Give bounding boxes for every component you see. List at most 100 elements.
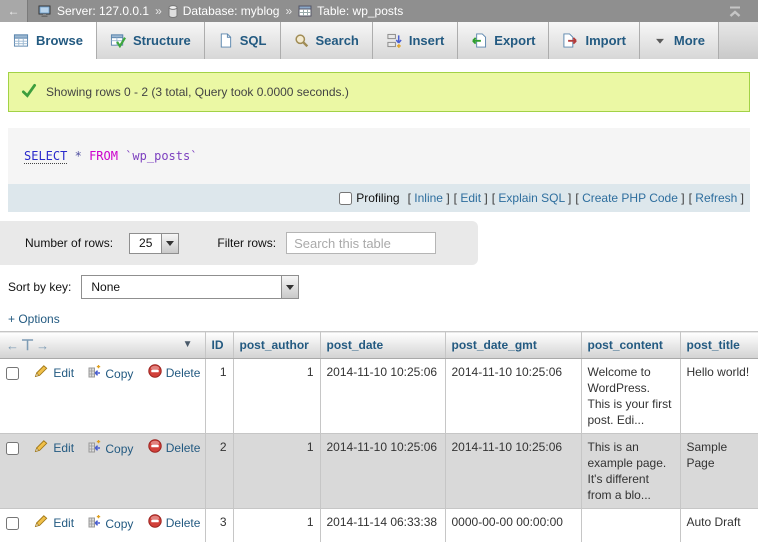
explain-sql-link-wrap: [ Explain SQL ] [492, 191, 572, 205]
tab-more[interactable]: More [640, 22, 719, 59]
column-header-post-title[interactable]: post_title [680, 332, 758, 359]
tab-label: Structure [133, 33, 191, 48]
row-select-checkbox[interactable] [6, 442, 19, 455]
sql-query-toolbar: Profiling [ Inline ] [ Edit ] [ Explain … [8, 184, 750, 212]
sort-by-key-value: None [82, 276, 281, 298]
cell-post-title: Sample Page [680, 434, 758, 509]
select-dropdown-icon[interactable] [161, 234, 178, 253]
copy-row-link[interactable]: Copy [88, 365, 133, 382]
tab-label: Browse [36, 33, 83, 48]
tab-sql[interactable]: SQL [205, 22, 281, 59]
refresh-link[interactable]: Refresh [695, 191, 737, 205]
table-row: Edit Copy Delete 1 1 2014-11-10 10:25:06… [0, 359, 758, 434]
explain-sql-link[interactable]: Explain SQL [498, 191, 564, 205]
cell-id: 3 [205, 509, 233, 542]
edit-row-link[interactable]: Edit [34, 364, 74, 382]
delete-row-link[interactable]: Delete [148, 439, 201, 457]
number-of-rows-value: 25 [130, 234, 161, 253]
sql-query-panel: SELECT * FROM `wp_posts` Profiling [ Inl… [8, 128, 750, 212]
tab-insert[interactable]: Insert [373, 22, 458, 59]
row-actions-cell: Edit Copy Delete [0, 434, 205, 509]
table-icon [298, 5, 312, 17]
tab-import[interactable]: Import [549, 22, 639, 59]
table-row: Edit Copy Delete 3 1 2014-11-14 06:33:38… [0, 509, 758, 542]
tab-structure[interactable]: Structure [97, 22, 205, 59]
edit-row-link[interactable]: Edit [34, 514, 74, 532]
inline-link[interactable]: Inline [414, 191, 443, 205]
cell-post-content: Welcome to WordPress. This is your first… [581, 359, 680, 434]
column-header-post-content[interactable]: post_content [581, 332, 680, 359]
status-message-text: Showing rows 0 - 2 (3 total, Query took … [46, 85, 349, 99]
nav-panel-toggle[interactable]: ← [0, 0, 28, 22]
delete-row-link[interactable]: Delete [148, 514, 201, 532]
row-select-checkbox[interactable] [6, 367, 19, 380]
cell-post-date: 2014-11-10 10:25:06 [320, 359, 445, 434]
cell-id: 2 [205, 434, 233, 509]
sql-table-identifier: `wp_posts` [125, 149, 197, 163]
profiling-checkbox[interactable] [339, 192, 352, 205]
breadcrumb-database[interactable]: Database: myblog [183, 4, 280, 18]
server-icon [38, 5, 52, 18]
options-toggle-link[interactable]: + Options [8, 312, 78, 326]
cell-post-content: This is an example page. It's different … [581, 434, 680, 509]
create-php-code-link[interactable]: Create PHP Code [582, 191, 678, 205]
edit-link[interactable]: Edit [460, 191, 481, 205]
breadcrumb-table[interactable]: Table: wp_posts [317, 4, 403, 18]
sql-icon [218, 33, 233, 48]
cell-post-title: Hello world! [680, 359, 758, 434]
bracket: ] [741, 191, 744, 205]
copy-row-icon [88, 440, 101, 457]
sort-by-key-row: Sort by key: None [8, 275, 758, 299]
sql-keyword-select[interactable]: SELECT [24, 149, 67, 164]
select-dropdown-icon[interactable] [281, 276, 298, 298]
cell-post-date-gmt: 2014-11-10 10:25:06 [445, 359, 581, 434]
move-columns-left-icon[interactable]: ← [6, 338, 21, 353]
table-row: Edit Copy Delete 2 1 2014-11-10 10:25:06… [0, 434, 758, 509]
copy-row-icon [88, 365, 101, 382]
cell-post-date: 2014-11-10 10:25:06 [320, 434, 445, 509]
bracket: [ [575, 191, 578, 205]
tab-export[interactable]: Export [458, 22, 549, 59]
row-select-checkbox[interactable] [6, 517, 19, 530]
bracket: ] [484, 191, 487, 205]
column-header-post-author[interactable]: post_author [233, 332, 320, 359]
column-header-post-date[interactable]: post_date [320, 332, 445, 359]
collapse-top-icon[interactable] [726, 5, 744, 18]
edit-pencil-icon [34, 514, 49, 532]
edit-link-wrap: [ Edit ] [454, 191, 488, 205]
actions-dropdown-icon[interactable]: ▼ [183, 339, 193, 350]
row-actions-cell: Edit Copy Delete [0, 359, 205, 434]
bracket: ] [681, 191, 684, 205]
cell-post-date-gmt: 2014-11-10 10:25:06 [445, 434, 581, 509]
pin-column-icon[interactable]: ⊤ [21, 337, 36, 354]
filter-rows-label: Filter rows: [217, 236, 276, 250]
results-table: ←⊤→ ▼ ID post_author post_date post_date… [0, 331, 758, 542]
edit-pencil-icon [34, 364, 49, 382]
move-columns-right-icon[interactable]: → [36, 338, 51, 353]
number-of-rows-select[interactable]: 25 [129, 233, 179, 254]
cell-post-author: 1 [233, 434, 320, 509]
browse-controls-panel: Number of rows: 25 Filter rows: [0, 221, 478, 265]
sort-by-key-select[interactable]: None [81, 275, 299, 299]
column-header-id[interactable]: ID [205, 332, 233, 359]
edit-row-link[interactable]: Edit [34, 439, 74, 457]
tab-search[interactable]: Search [281, 22, 373, 59]
breadcrumb-separator: » [155, 4, 162, 18]
inline-link-wrap: [ Inline ] [408, 191, 450, 205]
copy-row-link[interactable]: Copy [88, 440, 133, 457]
bracket: [ [454, 191, 457, 205]
tab-label: More [674, 33, 705, 48]
table-tabs: Browse Structure SQL Search Insert Expor… [0, 22, 758, 59]
tab-label: Search [316, 33, 359, 48]
more-dropdown-icon [653, 34, 667, 48]
column-header-post-date-gmt[interactable]: post_date_gmt [445, 332, 581, 359]
breadcrumb-server[interactable]: Server: 127.0.0.1 [57, 4, 149, 18]
filter-rows-input[interactable] [286, 232, 436, 254]
cell-post-author: 1 [233, 509, 320, 542]
delete-row-link[interactable]: Delete [148, 364, 201, 382]
tab-browse[interactable]: Browse [0, 22, 97, 59]
bracket: [ [492, 191, 495, 205]
edit-pencil-icon [34, 439, 49, 457]
copy-row-link[interactable]: Copy [88, 515, 133, 532]
cell-post-title: Auto Draft [680, 509, 758, 542]
